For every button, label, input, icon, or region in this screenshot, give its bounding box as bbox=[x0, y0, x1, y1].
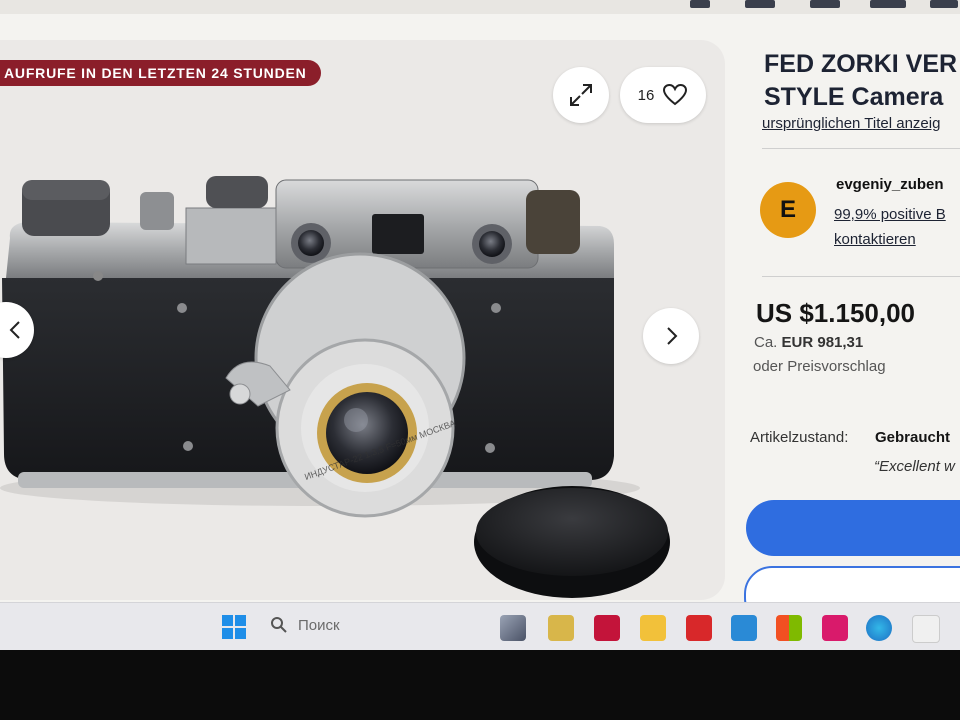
camera-photo bbox=[0, 176, 670, 598]
seller-feedback-link[interactable]: 99,9% positive B bbox=[834, 206, 946, 223]
divider bbox=[762, 148, 960, 149]
red-l-app-icon[interactable] bbox=[686, 615, 712, 641]
converted-price: Ca. EUR 981,31 bbox=[754, 334, 863, 351]
expand-image-button[interactable] bbox=[553, 67, 609, 123]
watch-count: 16 bbox=[637, 86, 655, 104]
condition-label: Artikelzustand: bbox=[750, 429, 849, 446]
taskbar: Поиск bbox=[0, 602, 960, 650]
monitor-bezel bbox=[0, 650, 960, 720]
best-offer-label: oder Preisvorschlag bbox=[753, 358, 886, 375]
edge-browser-icon[interactable] bbox=[866, 615, 892, 641]
browser-tab[interactable] bbox=[930, 0, 958, 8]
file-explorer-icon[interactable] bbox=[640, 615, 666, 641]
wikipedia-icon[interactable] bbox=[912, 615, 940, 643]
listing-title-line1: FED ZORKI VER bbox=[764, 50, 958, 78]
item-price: US $1.150,00 bbox=[756, 298, 916, 328]
heart-icon bbox=[663, 83, 688, 106]
browser-top-strip bbox=[0, 0, 960, 14]
listing-info-panel: FED ZORKI VER STYLE Camera ursprüngliche… bbox=[728, 40, 960, 626]
store-icon[interactable] bbox=[731, 615, 757, 641]
listing-title: FED ZORKI VER STYLE Camera bbox=[764, 48, 960, 114]
expand-icon bbox=[570, 84, 592, 106]
task-view-icon[interactable] bbox=[500, 615, 526, 641]
watchers-banner: AUFRUFE IN DEN LETZTEN 24 STUNDEN bbox=[0, 60, 321, 86]
chat-app-icon[interactable] bbox=[548, 615, 574, 641]
next-image-button[interactable] bbox=[643, 308, 699, 364]
news-app-icon[interactable] bbox=[594, 615, 620, 641]
chevron-right-icon bbox=[667, 327, 678, 345]
divider bbox=[762, 276, 960, 277]
media-app-icon[interactable] bbox=[822, 615, 848, 641]
monitor-screen: ИНДУСТАР-22 1:3,5 F=50мм МОСКВА AUFRUFE … bbox=[0, 0, 960, 650]
seller-name-link[interactable]: evgeniy_zuben bbox=[836, 176, 944, 193]
converted-price-value: EUR 981,31 bbox=[781, 334, 864, 351]
browser-tab[interactable] bbox=[810, 0, 840, 8]
seller-avatar[interactable]: E bbox=[760, 182, 816, 238]
image-gallery[interactable]: ИНДУСТАР-22 1:3,5 F=50мм МОСКВА AUFRUFE … bbox=[0, 40, 725, 600]
contact-seller-link[interactable]: kontaktieren bbox=[834, 231, 916, 248]
browser-tab[interactable] bbox=[690, 0, 710, 8]
search-icon[interactable] bbox=[270, 616, 288, 634]
office-icon[interactable] bbox=[776, 615, 802, 641]
browser-tab[interactable] bbox=[870, 0, 906, 8]
browser-tab[interactable] bbox=[745, 0, 775, 8]
original-title-link[interactable]: ursprünglichen Titel anzeig bbox=[762, 115, 940, 132]
windows-start-icon[interactable] bbox=[221, 614, 247, 640]
condition-description: “Excellent w bbox=[874, 458, 955, 475]
converted-price-prefix: Ca. bbox=[754, 334, 782, 351]
chevron-left-icon bbox=[9, 321, 20, 339]
watch-button[interactable]: 16 bbox=[620, 67, 706, 123]
taskbar-search-input[interactable]: Поиск bbox=[298, 617, 340, 634]
listing-title-line2: STYLE Camera bbox=[764, 83, 944, 111]
buy-now-button[interactable] bbox=[746, 500, 960, 556]
condition-value: Gebraucht bbox=[875, 429, 951, 446]
